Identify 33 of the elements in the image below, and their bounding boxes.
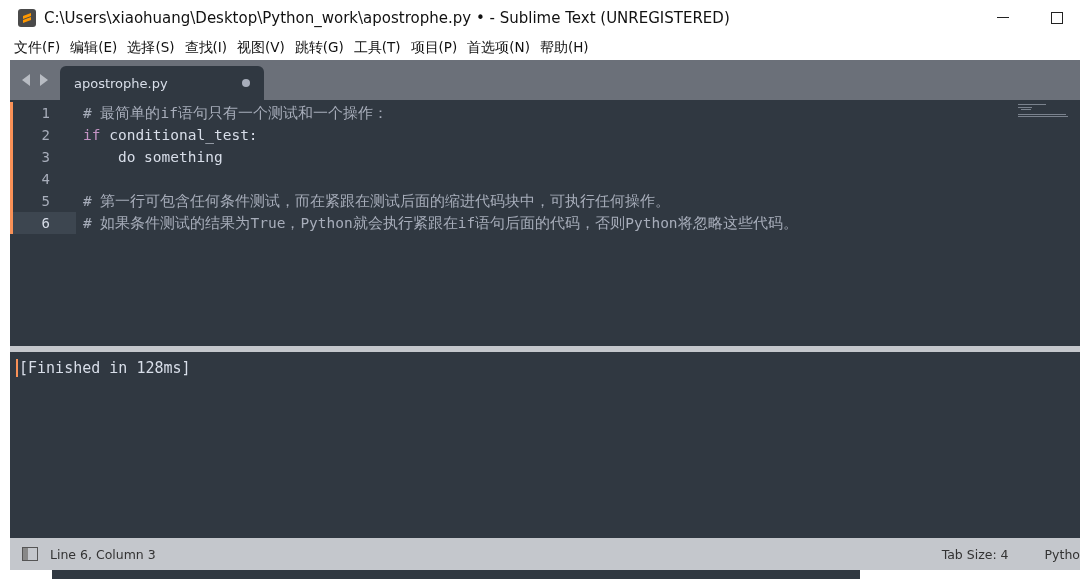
- line-number: 1: [40, 105, 51, 121]
- menu-item[interactable]: 查找(I): [184, 39, 232, 57]
- minimize-icon[interactable]: [997, 17, 1009, 19]
- menu-item[interactable]: 编辑(E): [70, 39, 123, 57]
- menu-item[interactable]: 文件(F): [14, 39, 66, 57]
- app-logo-icon: [18, 9, 36, 27]
- unsaved-dot-icon: [242, 79, 250, 87]
- menu-item[interactable]: 跳转(G): [294, 39, 349, 57]
- line-number: 4: [40, 171, 51, 187]
- menu-item[interactable]: 项目(P): [410, 39, 463, 57]
- menu-item[interactable]: 选择(S): [127, 39, 180, 57]
- menu-item[interactable]: 视图(V): [237, 39, 290, 57]
- maximize-icon[interactable]: [1051, 12, 1063, 24]
- syntax-label[interactable]: Pytho: [1044, 546, 1080, 562]
- line-number: 3: [40, 149, 51, 165]
- code-line: # 如果条件测试的结果为True，Python就会执行紧跟在if语句后面的代码，否则Python将忽略这些代码。: [82, 213, 798, 233]
- window-title: C:\Users\xiaohuang\Desktop\Python_work\apostrophe.py • - Sublime Text (UNREGISTERED): [44, 9, 731, 27]
- line-number: 5: [40, 193, 51, 209]
- code-line: # 最简单的if语句只有一个测试和一个操作：: [82, 103, 388, 123]
- code-line: # 第一行可包含任何条件测试，而在紧跟在测试后面的缩进代码块中，可执行任何操作。: [82, 191, 671, 211]
- menu-item[interactable]: 工具(T): [353, 39, 406, 57]
- line-number: 6: [40, 215, 51, 231]
- line-number: 2: [40, 127, 51, 143]
- cursor-position: Line 6, Column 3: [50, 546, 157, 562]
- panel-toggle-icon[interactable]: [22, 547, 38, 561]
- code-line: if conditional_test:: [82, 127, 258, 143]
- build-output: [Finished in 128ms]: [16, 359, 191, 377]
- file-tab[interactable]: apostrophe.py: [60, 66, 264, 100]
- menu-item[interactable]: 帮助(H): [539, 39, 594, 57]
- code-line: do something: [116, 149, 223, 165]
- tab-size-label[interactable]: Tab Size: 4: [941, 546, 1009, 562]
- minimap-drawing[interactable]: [1018, 104, 1068, 120]
- menu-item[interactable]: 首选项(N): [467, 39, 535, 57]
